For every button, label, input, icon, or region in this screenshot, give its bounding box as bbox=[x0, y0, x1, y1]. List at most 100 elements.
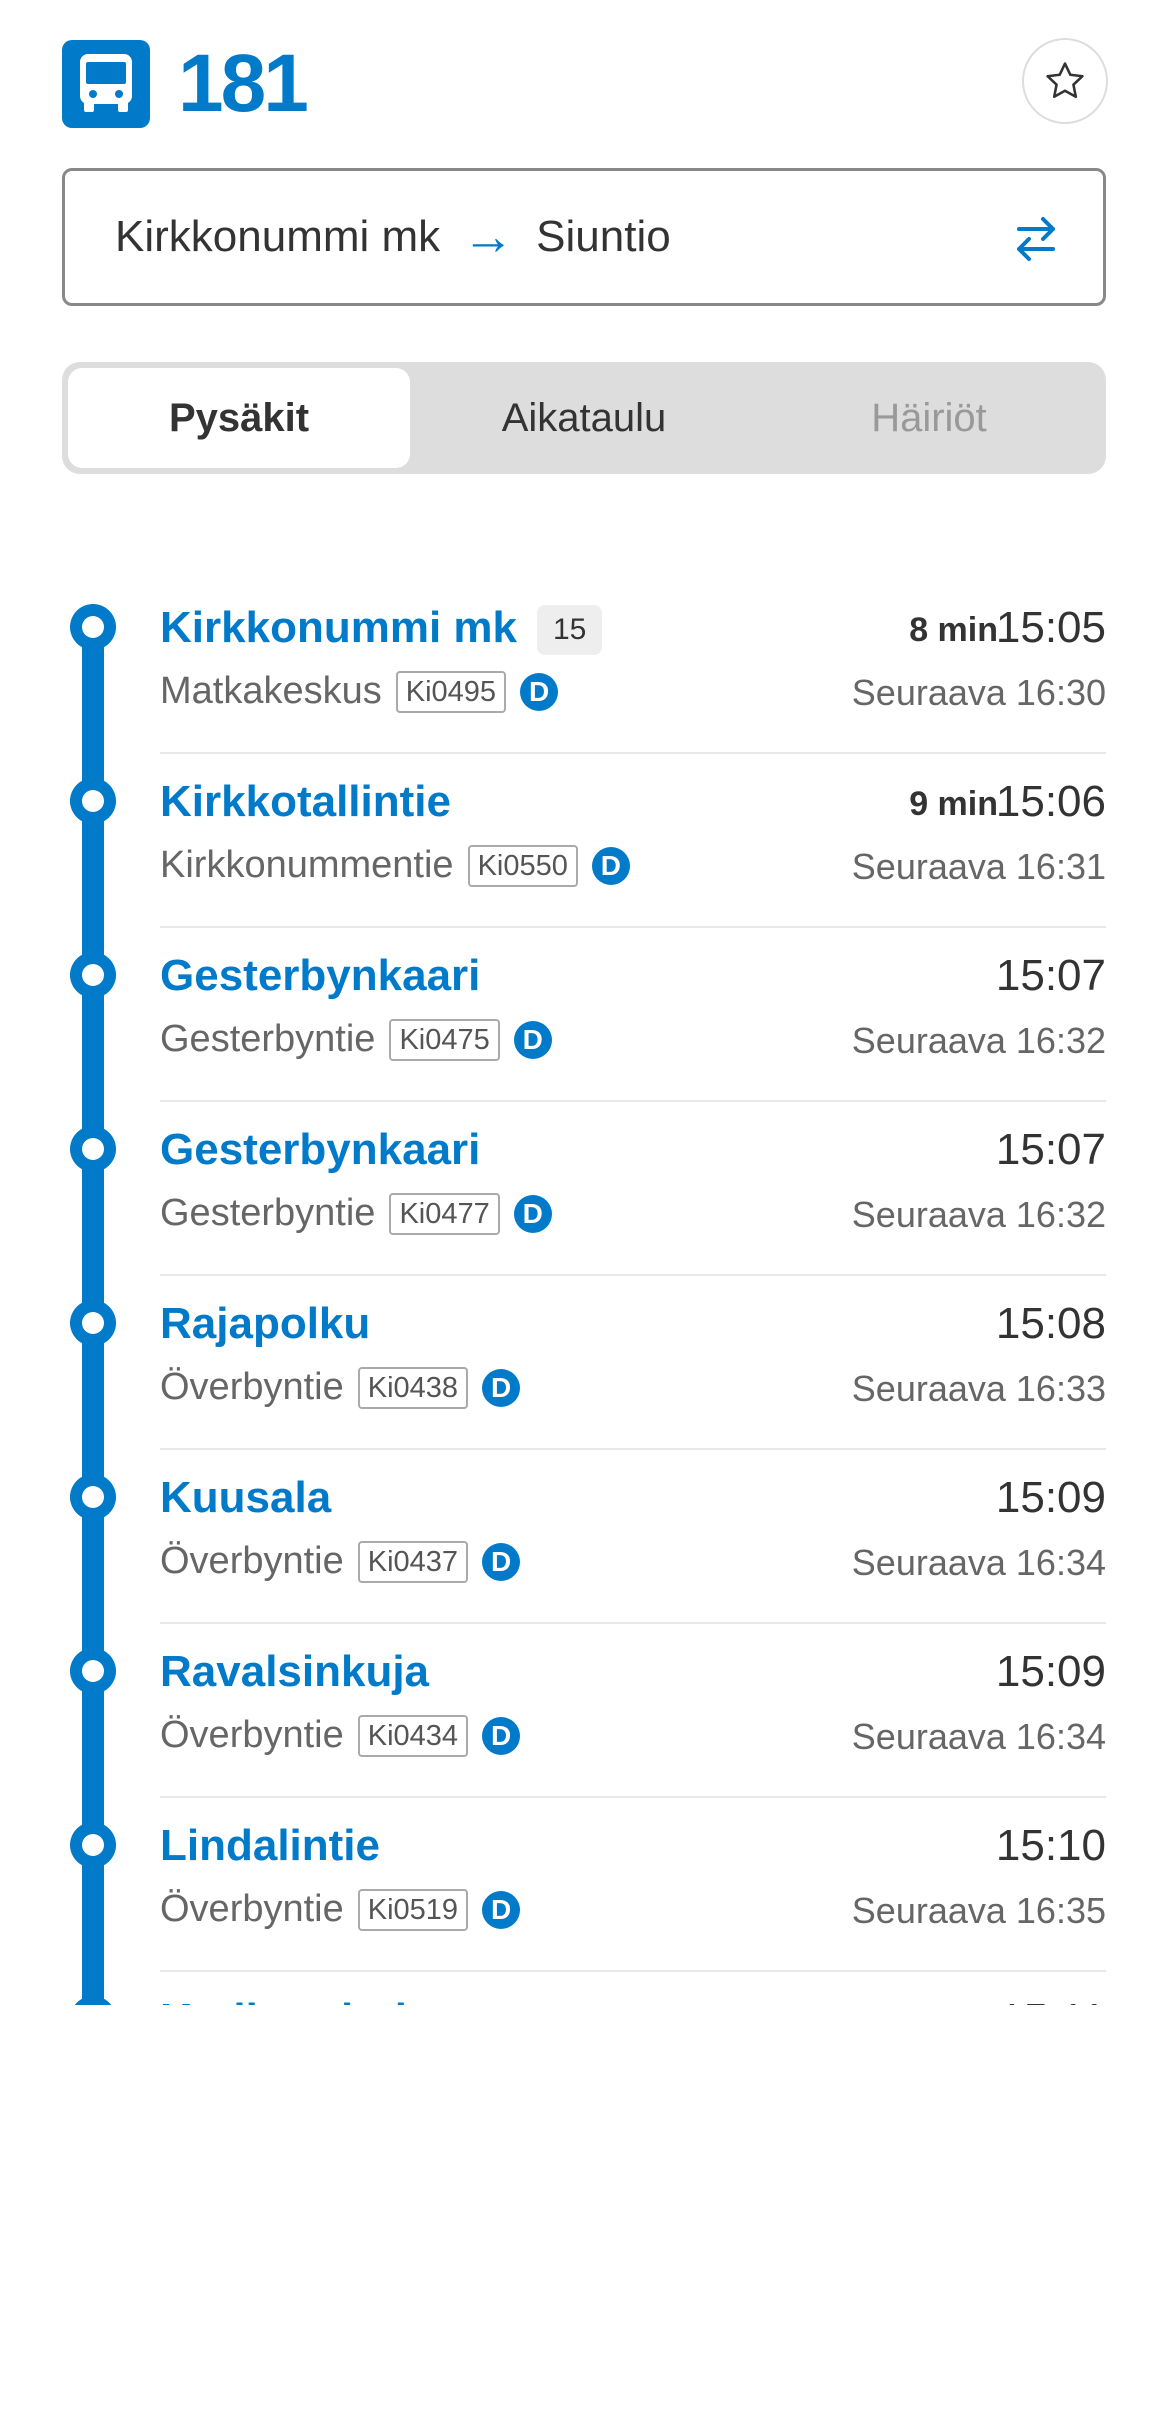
bus-icon bbox=[62, 40, 150, 128]
stop-row[interactable]: Gesterbynkaari Gesterbyntie Ki0477 D 15:07 Se… bbox=[0, 1102, 1170, 1276]
stop-name-text: Rajapolku bbox=[160, 1299, 371, 1348]
route-origin: Kirkkonummi mk bbox=[115, 212, 441, 261]
departure-time: 15:08 bbox=[995, 1299, 1106, 1348]
swap-direction-button[interactable] bbox=[1013, 213, 1059, 263]
stop-marker-icon bbox=[70, 604, 116, 650]
next-departure: Seuraava 16:32 bbox=[851, 1020, 1106, 1061]
stop-name-text: Kuusala bbox=[160, 1473, 332, 1522]
zone-icon: D bbox=[482, 1716, 521, 1755]
stop-row[interactable]: Kirkkotallintie Kirkkonummentie Ki0550 D 9 m… bbox=[0, 754, 1170, 928]
favorite-button[interactable] bbox=[1022, 38, 1108, 124]
stop-street: Kirkkonummentie bbox=[160, 844, 454, 886]
stop-details: Gesterbyntie Ki0475 D bbox=[160, 1018, 552, 1061]
stop-name-text: Gesterbynkaari bbox=[160, 951, 481, 1000]
stop-marker-icon bbox=[70, 778, 116, 824]
route-number: 181 bbox=[178, 38, 309, 129]
stop-row[interactable]: Ravalsinkuja Överbyntie Ki0434 D 15:09 Seuraa… bbox=[0, 1624, 1170, 1798]
minutes-until-departure: 8 min bbox=[909, 611, 998, 649]
stop-name-text: Kirkkotallintie bbox=[160, 777, 451, 826]
stop-marker-icon bbox=[70, 1648, 116, 1694]
departure-time: 15:07 bbox=[995, 1125, 1106, 1174]
stop-details: Överbyntie Ki0437 D bbox=[160, 1540, 521, 1583]
stop-details: Överbyntie Ki0434 D bbox=[160, 1714, 521, 1757]
stop-code: Ki0437 bbox=[357, 1540, 469, 1583]
stop-details: Matkakeskus Ki0495 D bbox=[160, 670, 559, 713]
stop-details: Gesterbyntie Ki0477 D bbox=[160, 1192, 552, 1235]
stop-name: Rajapolku bbox=[160, 1298, 370, 1350]
zone-icon: D bbox=[513, 1194, 552, 1233]
zone-icon: D bbox=[482, 1368, 521, 1407]
route-direction-selector[interactable]: Kirkkonummi mk → Siuntio bbox=[62, 168, 1106, 306]
stop-code: Ki0550 bbox=[467, 844, 578, 887]
next-departure: Seuraava 16:31 bbox=[851, 846, 1106, 887]
stop-street: Överbyntie bbox=[160, 1888, 344, 1930]
departure-time: 15:09 bbox=[995, 1647, 1106, 1696]
route-direction: Kirkkonummi mk → Siuntio bbox=[115, 171, 671, 303]
stop-street: Gesterbyntie bbox=[160, 1192, 376, 1234]
stop-name: Kuusala bbox=[160, 1472, 331, 1524]
stop-name: Karlbergintie bbox=[160, 1994, 431, 2005]
next-departure: Seuraava 16:34 bbox=[851, 1716, 1106, 1757]
stop-name-text: Ravalsinkuja bbox=[160, 1647, 430, 1696]
departure-time: 15:11 bbox=[999, 1994, 1106, 2005]
stop-name-text: Gesterbynkaari bbox=[160, 1125, 481, 1174]
zone-icon: D bbox=[482, 1890, 521, 1929]
arrow-right-icon: → bbox=[462, 208, 515, 266]
stop-street: Matkakeskus bbox=[160, 670, 382, 712]
tab-bar: Pysäkit Aikataulu Häiriöt bbox=[62, 362, 1106, 474]
stop-marker-icon bbox=[70, 1822, 116, 1868]
stop-code: Ki0477 bbox=[389, 1192, 500, 1235]
next-departure: Seuraava 16:34 bbox=[851, 1542, 1106, 1583]
departure-time: 15:05 bbox=[995, 603, 1106, 652]
departure-time: 15:06 bbox=[995, 777, 1106, 826]
next-departure: Seuraava 16:33 bbox=[851, 1368, 1106, 1409]
next-departure: Seuraava 16:32 bbox=[851, 1194, 1106, 1235]
stop-marker-icon bbox=[70, 1996, 116, 2005]
stop-code: Ki0438 bbox=[357, 1366, 469, 1409]
stop-code: Ki0475 bbox=[389, 1018, 500, 1061]
stop-row[interactable]: Kuusala Överbyntie Ki0437 D 15:09 Seuraava 16… bbox=[0, 1450, 1170, 1624]
zone-icon: D bbox=[513, 1020, 552, 1059]
tab-disruptions[interactable]: Häiriöt bbox=[758, 368, 1100, 468]
stop-row[interactable]: Karlbergintie 15:11 bbox=[0, 1972, 1170, 2005]
stop-street: Överbyntie bbox=[160, 1366, 344, 1408]
tab-stops[interactable]: Pysäkit bbox=[68, 368, 410, 468]
stop-name: Gesterbynkaari bbox=[160, 1124, 480, 1176]
stop-marker-icon bbox=[70, 1126, 116, 1172]
stop-name: Kirkkonummi mk 15 bbox=[160, 602, 603, 656]
stop-code: Ki0519 bbox=[357, 1888, 469, 1931]
stop-name-text: Kirkkonummi mk bbox=[160, 603, 517, 652]
stop-street: Överbyntie bbox=[160, 1540, 344, 1582]
stop-row[interactable]: Kirkkonummi mk 15 Matkakeskus Ki0495 D 8 min 1… bbox=[0, 580, 1170, 754]
stop-code: Ki0495 bbox=[395, 670, 507, 713]
departure-time: 15:09 bbox=[995, 1473, 1106, 1522]
stop-name: Lindalintie bbox=[160, 1820, 380, 1872]
stop-street: Gesterbyntie bbox=[160, 1018, 376, 1060]
departure-time: 15:07 bbox=[995, 951, 1106, 1000]
stop-details: Kirkkonummentie Ki0550 D bbox=[160, 844, 630, 887]
route-header: 181 bbox=[62, 38, 1108, 130]
stop-details: Överbyntie Ki0438 D bbox=[160, 1366, 521, 1409]
route-destination: Siuntio bbox=[536, 212, 671, 261]
minutes-until-departure: 9 min bbox=[909, 785, 998, 823]
stop-row[interactable]: Lindalintie Överbyntie Ki0519 D 15:10 Seuraav… bbox=[0, 1798, 1170, 1972]
next-departure: Seuraava 16:30 bbox=[851, 672, 1106, 713]
stop-name: Kirkkotallintie bbox=[160, 776, 451, 828]
stop-name-text: Lindalintie bbox=[160, 1821, 380, 1870]
stop-marker-icon bbox=[70, 1300, 116, 1346]
platform-badge: 15 bbox=[536, 605, 603, 656]
stop-details: Överbyntie Ki0519 D bbox=[160, 1888, 521, 1931]
next-departure: Seuraava 16:35 bbox=[851, 1890, 1106, 1931]
stop-street: Överbyntie bbox=[160, 1714, 344, 1756]
stop-name-text: Karlbergintie bbox=[160, 1995, 431, 2005]
stop-marker-icon bbox=[70, 952, 116, 998]
stop-row[interactable]: Gesterbynkaari Gesterbyntie Ki0475 D 15:07 Se… bbox=[0, 928, 1170, 1102]
zone-icon: D bbox=[482, 1542, 521, 1581]
stop-name: Ravalsinkuja bbox=[160, 1646, 429, 1698]
stop-marker-icon bbox=[70, 1474, 116, 1520]
tab-timetable[interactable]: Aikataulu bbox=[413, 368, 755, 468]
swap-arrows-icon bbox=[1017, 217, 1055, 261]
stop-row[interactable]: Rajapolku Överbyntie Ki0438 D 15:08 Seuraava … bbox=[0, 1276, 1170, 1450]
stop-name: Gesterbynkaari bbox=[160, 950, 480, 1002]
star-outline-icon bbox=[1046, 62, 1084, 99]
